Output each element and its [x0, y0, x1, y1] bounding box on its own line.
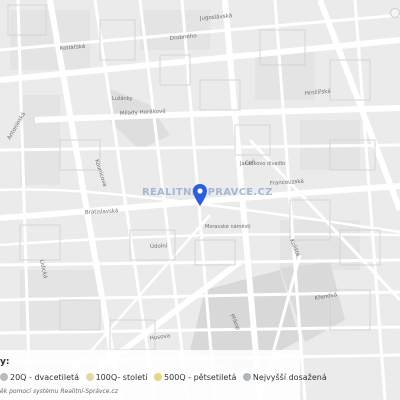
legend-swatch — [154, 373, 163, 381]
legend-footer: ěk pomocí systému Realitní-Správce.cz — [0, 388, 118, 395]
legend-item: 100Q- století — [85, 373, 148, 382]
legend-item-label: 20Q - dvacetiletá — [10, 373, 80, 382]
legend-item-label: 500Q - pětsetiletá — [164, 373, 237, 382]
street-label: Údolní — [150, 242, 168, 250]
zoom-control[interactable] — [390, 8, 400, 18]
legend-item-label: 100Q- století — [95, 373, 148, 382]
legend-item: 500Q - pětsetiletá — [154, 373, 236, 382]
map-legend: y: 20Q - dvacetiletá 100Q- století 500Q … — [0, 350, 327, 400]
legend-item: 20Q - dvacetiletá — [0, 373, 79, 382]
watermark-text: REALITNI-SPRAVCE.CZ — [142, 187, 273, 198]
place-label: Lužánky — [112, 95, 132, 102]
legend-items: 20Q - dvacetiletá 100Q- století 500Q - p… — [0, 373, 331, 382]
legend-item-label: Nejvyšší dosažená — [252, 373, 327, 382]
legend-swatch — [85, 373, 94, 381]
place-label: Janáčkovo divadlo — [239, 160, 285, 167]
legend-title: y: — [0, 357, 10, 367]
place-label: Moravské náměstí — [205, 223, 251, 230]
legend-swatch — [0, 373, 8, 381]
legend-item: Nejvyšší dosažená — [242, 373, 327, 382]
legend-swatch — [242, 373, 251, 381]
map-pin-icon[interactable] — [193, 184, 207, 206]
